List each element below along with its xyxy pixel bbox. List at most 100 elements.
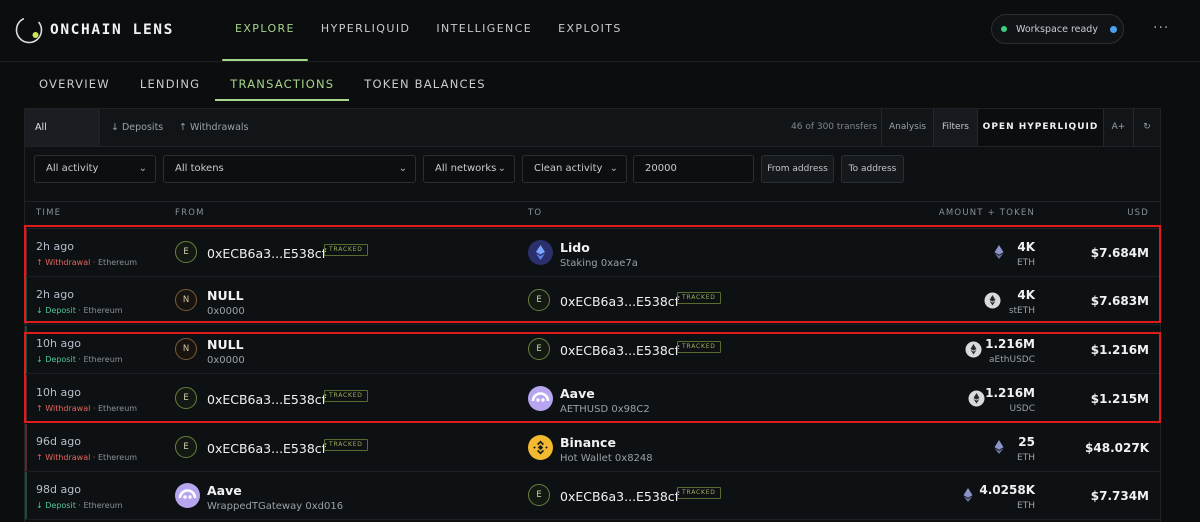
from-party[interactable]: N NULL 0x0000	[175, 326, 475, 374]
from-name: Aave	[207, 483, 242, 498]
activity-select-value: All activity	[46, 163, 99, 174]
row-token: aEthUSDC	[989, 355, 1035, 365]
brand-logo[interactable]: ONCHAIN LENS	[14, 15, 174, 45]
to-address: 0xECB6a3...E538cf	[560, 343, 680, 358]
segment-all-transfers[interactable]: All transfers	[25, 109, 100, 170]
min-value-input[interactable]: 20000	[633, 155, 754, 183]
from-party[interactable]: N NULL 0x0000	[175, 277, 475, 325]
font-size-button[interactable]: A+	[1103, 109, 1133, 146]
chevron-down-icon: ⌄	[138, 163, 147, 174]
row-usd: $7.734M	[1090, 489, 1149, 503]
from-name: NULL	[207, 337, 244, 352]
clean-activity-select[interactable]: Clean activity ⌄	[522, 155, 627, 183]
analysis-button[interactable]: Analysis	[881, 109, 933, 146]
segment-deposits[interactable]: ↓ Deposits	[101, 109, 173, 146]
row-token: stETH	[1008, 306, 1035, 316]
network-label: Ethereum	[83, 501, 123, 510]
brand-name: ONCHAIN LENS	[50, 22, 174, 38]
row-amount: 4K	[1017, 288, 1035, 302]
address-avatar: E	[175, 436, 197, 458]
tab-overview[interactable]: OVERVIEW	[24, 66, 125, 100]
header-to[interactable]: TO	[528, 202, 542, 224]
transfer-count: 46 of 300 transfers	[791, 122, 878, 132]
filters-button[interactable]: Filters	[933, 109, 977, 146]
networks-select[interactable]: All networks ⌄	[423, 155, 515, 183]
tracked-badge: TRACKED	[324, 244, 368, 256]
from-party[interactable]: Aave WrappedTGateway 0xd016	[175, 472, 475, 520]
tab-lending[interactable]: LENDING	[125, 66, 215, 100]
usdc-icon	[968, 390, 985, 407]
to-party[interactable]: Binance Hot Wallet 0x8248	[528, 424, 828, 472]
table-row[interactable]: 10h ago ↑ Withdrawal · Ethereum E 0xECB6…	[25, 375, 1160, 423]
transactions-panel: All transfers ↓ Deposits ↑ Withdrawals 4…	[24, 108, 1161, 522]
header-amount-token[interactable]: AMOUNT + TOKEN	[939, 202, 1035, 224]
row-amount: 1.216M	[985, 386, 1035, 400]
nav-explore[interactable]: EXPLORE	[222, 0, 308, 62]
address-avatar: N	[175, 289, 197, 311]
nav-exploits[interactable]: EXPLOITS	[545, 0, 635, 62]
main-nav: EXPLORE HYPERLIQUID INTELLIGENCE EXPLOIT…	[222, 0, 635, 62]
row-time: 2h ago	[36, 240, 74, 253]
direction-accent-bar	[25, 229, 27, 276]
direction-label: ↓ Deposit	[36, 355, 76, 364]
network-label: Ethereum	[98, 258, 138, 267]
row-usd: $1.216M	[1090, 343, 1149, 357]
nav-hyperliquid[interactable]: HYPERLIQUID	[308, 0, 423, 62]
to-address: Hot Wallet 0x8248	[560, 453, 653, 464]
nav-intelligence[interactable]: INTELLIGENCE	[423, 0, 545, 62]
more-options-icon[interactable]: ···	[1153, 20, 1169, 36]
to-party[interactable]: Aave AETHUSD 0x98C2	[528, 375, 828, 423]
address-avatar: E	[175, 387, 197, 409]
direction-accent-bar	[25, 277, 27, 324]
from-address: WrappedTGateway 0xd016	[207, 501, 344, 512]
lido-icon	[528, 240, 553, 265]
row-usd: $48.027K	[1085, 441, 1149, 455]
header-time[interactable]: TIME	[36, 202, 61, 224]
to-party[interactable]: E 0xECB6a3...E538cf TRACKED	[528, 326, 828, 374]
row-token: USDC	[1009, 404, 1035, 414]
table-row[interactable]: 98d ago ↓ Deposit · Ethereum Aave Wrappe…	[25, 472, 1160, 520]
to-name: Binance	[560, 435, 616, 450]
tab-token-balances[interactable]: TOKEN BALANCES	[349, 66, 500, 100]
row-direction: ↓ Deposit · Ethereum	[36, 306, 123, 315]
tracked-badge: TRACKED	[677, 487, 721, 499]
from-address-button[interactable]: From address	[761, 155, 834, 183]
open-hyperliquid-button[interactable]: OPEN HYPERLIQUID	[977, 109, 1103, 146]
from-party[interactable]: E 0xECB6a3...E538cf TRACKED	[175, 229, 475, 277]
network-label: Ethereum	[98, 404, 138, 413]
from-address: 0xECB6a3...E538cf	[207, 246, 327, 261]
activity-select[interactable]: All activity ⌄	[34, 155, 156, 183]
table-row[interactable]: 2h ago ↓ Deposit · Ethereum N NULL 0x000…	[25, 277, 1160, 325]
status-online-dot	[1001, 26, 1007, 32]
to-address: 0xECB6a3...E538cf	[560, 489, 680, 504]
table-row[interactable]: 2h ago ↑ Withdrawal · Ethereum E 0xECB6a…	[25, 229, 1160, 277]
workspace-status-pill[interactable]: Workspace ready	[991, 14, 1124, 44]
section-tabs: OVERVIEW LENDING TRANSACTIONS TOKEN BALA…	[24, 66, 501, 101]
direction-label: ↑ Withdrawal	[36, 404, 91, 413]
to-party[interactable]: E 0xECB6a3...E538cf TRACKED	[528, 472, 828, 520]
direction-accent-bar	[25, 326, 27, 373]
row-time: 96d ago	[36, 435, 81, 448]
chevron-down-icon: ⌄	[398, 163, 407, 174]
to-party[interactable]: Lido Staking 0xae7a	[528, 229, 828, 277]
segment-withdrawals[interactable]: ↑ Withdrawals	[169, 109, 259, 146]
from-party[interactable]: E 0xECB6a3...E538cf TRACKED	[175, 375, 475, 423]
to-party[interactable]: E 0xECB6a3...E538cf TRACKED	[528, 277, 828, 325]
header-usd[interactable]: USD	[1127, 202, 1149, 224]
row-usd: $1.215M	[1090, 392, 1149, 406]
from-party[interactable]: E 0xECB6a3...E538cf TRACKED	[175, 424, 475, 472]
row-token: ETH	[1017, 501, 1035, 511]
header-from[interactable]: FROM	[175, 202, 205, 224]
table-row[interactable]: 96d ago ↑ Withdrawal · Ethereum E 0xECB6…	[25, 424, 1160, 472]
eth-icon	[991, 244, 1007, 260]
refresh-icon[interactable]: ↻	[1133, 109, 1160, 146]
to-address-button[interactable]: To address	[841, 155, 904, 183]
status-indicator-dot	[1109, 25, 1117, 33]
aethusdc-icon	[965, 341, 982, 358]
tab-transactions[interactable]: TRANSACTIONS	[215, 66, 350, 101]
address-avatar: E	[175, 241, 197, 263]
tokens-select[interactable]: All tokens ⌄	[163, 155, 416, 183]
row-direction: ↓ Deposit · Ethereum	[36, 501, 123, 510]
table-row[interactable]: 10h ago ↓ Deposit · Ethereum N NULL 0x00…	[25, 326, 1160, 374]
from-address: 0xECB6a3...E538cf	[207, 441, 327, 456]
